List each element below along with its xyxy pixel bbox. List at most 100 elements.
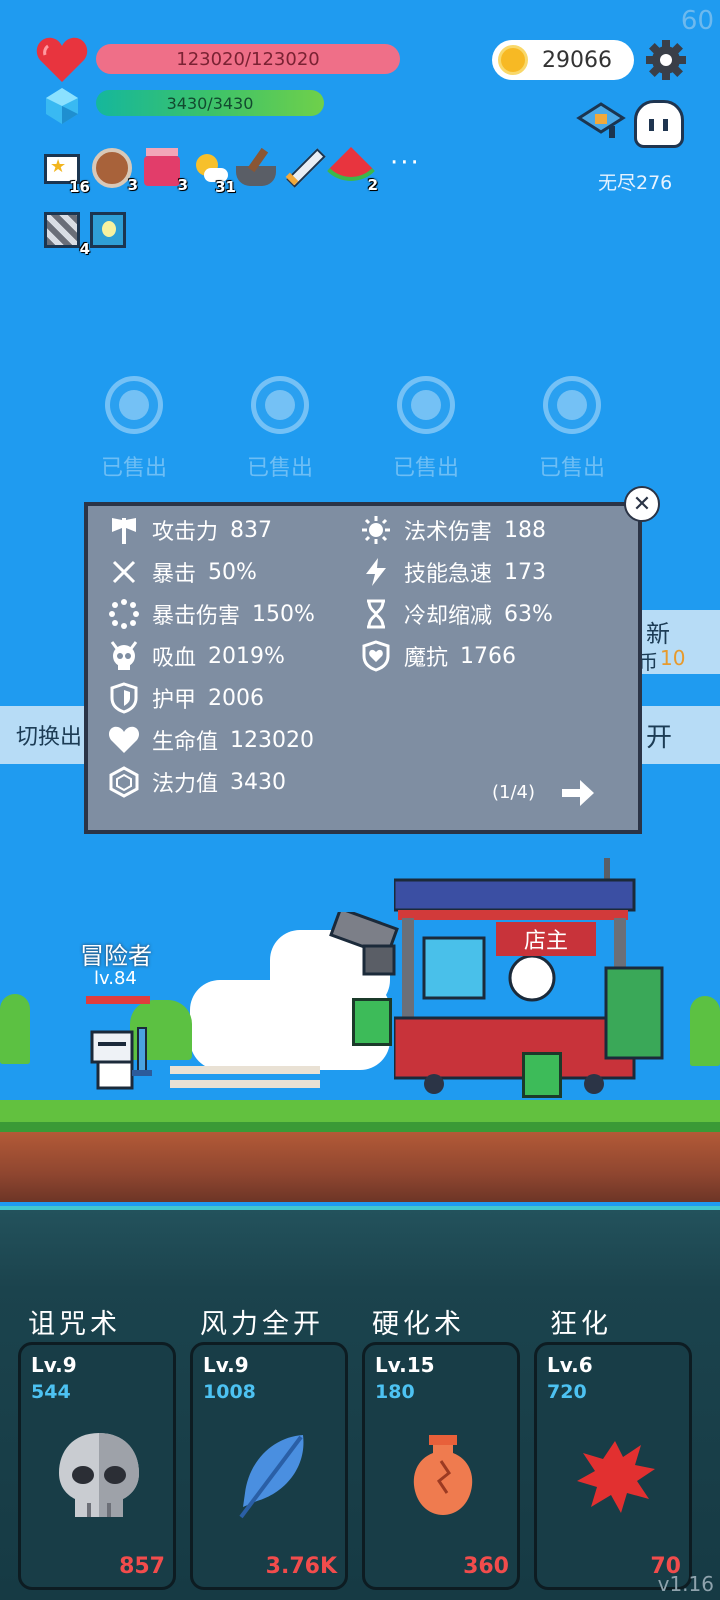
open-label: 开	[646, 722, 673, 753]
jam-jar-icon[interactable]: 3	[142, 148, 188, 194]
shop-slot[interactable]: 已售出	[366, 376, 486, 482]
skill-level: Lv.9	[203, 1353, 249, 1377]
stat-magic-resist: 魔抗 1766	[360, 638, 516, 674]
stat-cooldown: 冷却缩减 63%	[360, 596, 553, 632]
health-heart-icon	[108, 726, 140, 753]
item-count: 3	[177, 176, 188, 194]
skill-cost: 544	[31, 1381, 71, 1403]
gold-value: 29066	[542, 47, 612, 73]
close-icon: ✕	[632, 491, 652, 517]
star-card-icon[interactable]: ★ 16	[44, 150, 90, 196]
skill-card-curse[interactable]: Lv.9 544 857	[18, 1342, 176, 1590]
striped-scroll-icon[interactable]: 4	[44, 212, 90, 258]
gold-counter: 29066	[492, 40, 634, 80]
feather-icon	[239, 1435, 304, 1519]
armor-shield-icon	[110, 682, 138, 714]
stat-haste: 技能急速 173	[360, 554, 546, 590]
cracked-vase-icon	[413, 1435, 473, 1515]
skill-title-harden: 硬化术	[372, 1309, 465, 1340]
hp-bar: 123020/123020	[96, 44, 400, 74]
stat-health: 生命值 123020	[108, 722, 314, 758]
bush	[690, 996, 720, 1066]
crown-icon	[397, 376, 455, 434]
slot-label: 已售出	[246, 456, 313, 481]
haste-bolt-icon	[366, 558, 386, 586]
attack-axe-icon	[112, 518, 136, 544]
skill-damage: 857	[119, 1554, 165, 1579]
flag-banner-icon[interactable]	[575, 100, 627, 140]
endless-label: 无尽276	[598, 172, 673, 194]
spell-sun-icon	[362, 516, 390, 544]
skill-card-harden[interactable]: Lv.15 180 360	[362, 1342, 520, 1590]
skill-level: Lv.9	[31, 1353, 77, 1377]
note-icon	[522, 1052, 562, 1098]
sun-cloud-icon[interactable]: 31	[190, 150, 236, 196]
skill-title-berserk: 狂化	[550, 1309, 612, 1340]
shop-sign: 店主	[496, 922, 596, 956]
stat-attack: 攻击力 837	[108, 512, 272, 548]
item-count: 31	[215, 178, 236, 196]
note-icon	[352, 998, 392, 1046]
more-items-button[interactable]: ···	[390, 148, 421, 178]
shield-round-icon[interactable]: 3	[92, 148, 138, 194]
fence	[170, 1066, 320, 1074]
stat-lifesteal: 吸血 2019%	[108, 638, 285, 674]
skill-cost: 180	[375, 1381, 415, 1403]
slot-label: 已售出	[538, 456, 605, 481]
item-count: 2	[367, 176, 378, 194]
mana-gem-icon	[46, 88, 78, 124]
open-button[interactable]: 开	[632, 706, 720, 764]
stat-crit: 暴击 50%	[108, 554, 257, 590]
close-button[interactable]: ✕	[624, 486, 660, 522]
slot-label: 已售出	[100, 456, 167, 481]
lightbulb-card-icon[interactable]	[90, 212, 130, 252]
stat-crit-damage: 暴击伤害 150%	[108, 596, 315, 632]
skill-level: Lv.15	[375, 1353, 435, 1377]
skill-cost: 720	[547, 1381, 587, 1403]
crown-icon	[105, 376, 163, 434]
slot-label: 已售出	[392, 456, 459, 481]
mp-bar: 3430/3430	[96, 90, 324, 116]
gear-icon[interactable]	[644, 38, 688, 82]
knight-character[interactable]	[88, 1026, 156, 1096]
crit-damage-icon	[109, 599, 139, 629]
item-count: 4	[79, 240, 90, 258]
sword-icon[interactable]	[282, 148, 326, 188]
skull-icon	[59, 1433, 139, 1517]
switch-label: 切换出	[16, 725, 83, 750]
watermelon-icon[interactable]: 2	[326, 146, 378, 196]
crown-icon	[543, 376, 601, 434]
skill-card-wind[interactable]: Lv.9 1008 3.76K	[190, 1342, 348, 1590]
skill-title-wind: 风力全开	[200, 1309, 324, 1340]
shop-slot[interactable]: 已售出	[74, 376, 194, 482]
adventurer-level: lv.84	[94, 968, 137, 989]
skill-title-curse: 诅咒术	[28, 1309, 121, 1340]
stat-armor: 护甲 2006	[108, 680, 264, 716]
crit-cross-icon	[112, 560, 136, 584]
refresh-label: 新	[646, 620, 670, 648]
item-count: 16	[69, 178, 90, 196]
heart-icon	[36, 37, 88, 82]
mortar-icon[interactable]	[236, 147, 276, 188]
shop-slot[interactable]: 已售出	[220, 376, 340, 482]
page-indicator: (1/4)	[492, 782, 536, 803]
shop-slot[interactable]: 已售出	[512, 376, 632, 482]
skill-card-berserk[interactable]: Lv.6 720 70	[534, 1342, 692, 1590]
lifesteal-skull-icon	[110, 641, 138, 670]
cooldown-hourglass-icon	[367, 599, 385, 629]
fence	[170, 1080, 320, 1088]
red-splat-icon	[577, 1441, 655, 1513]
refresh-cost: 10	[660, 646, 686, 670]
hp-text: 123020/123020	[176, 48, 320, 70]
refresh-button[interactable]: 新 币 10	[632, 610, 720, 674]
stat-spell-damage: 法术伤害 188	[360, 512, 546, 548]
mana-gem-icon	[109, 766, 139, 798]
stat-mana: 法力值 3430	[108, 764, 286, 800]
stats-panel: 攻击力 837 暴击 50% 暴击伤害 150% 吸血 2019% 护甲 2006 生命值…	[84, 502, 642, 834]
coin-icon	[498, 45, 528, 75]
adventurer-name: 冒险者	[80, 942, 152, 970]
grass-edge	[0, 1122, 720, 1132]
ghost-icon[interactable]	[634, 100, 684, 148]
next-page-arrow-icon[interactable]	[560, 776, 596, 810]
mp-text: 3430/3430	[166, 93, 254, 113]
